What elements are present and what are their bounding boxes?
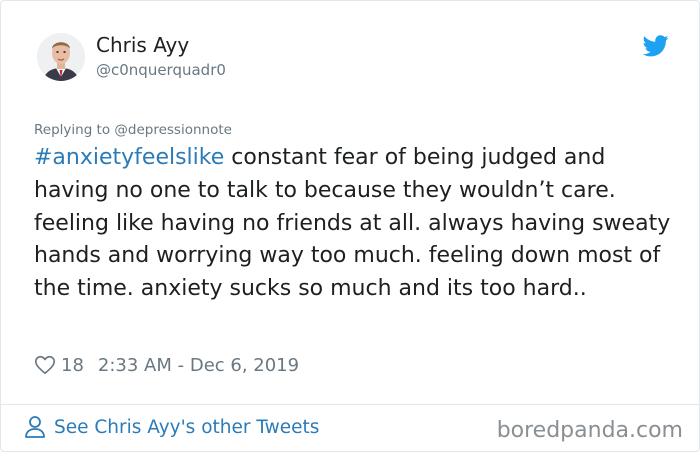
- avatar-image: [37, 33, 85, 81]
- tweet-text: #anxietyfeelslike constant fear of being…: [34, 142, 684, 306]
- replying-to[interactable]: Replying to @depressionnote: [34, 122, 232, 138]
- like-count[interactable]: 18: [61, 355, 84, 376]
- author-handle[interactable]: @c0nquerquadr0: [96, 61, 226, 79]
- tweet-timestamp[interactable]: 2:33 AM - Dec 6, 2019: [98, 355, 299, 376]
- avatar[interactable]: [37, 33, 85, 81]
- twitter-bird-icon[interactable]: [643, 35, 669, 57]
- author-display-name[interactable]: Chris Ayy: [96, 33, 189, 57]
- footer-divider: [1, 404, 699, 405]
- hashtag-link[interactable]: #anxietyfeelslike: [34, 145, 224, 170]
- tweet-card: Chris Ayy @c0nquerquadr0 Replying to @de…: [0, 0, 700, 452]
- heart-icon[interactable]: [34, 354, 56, 376]
- see-more-tweets-link[interactable]: See Chris Ayy's other Tweets: [24, 415, 319, 439]
- tweet-meta: 18 2:33 AM - Dec 6, 2019: [34, 352, 299, 378]
- see-more-label: See Chris Ayy's other Tweets: [54, 416, 320, 438]
- watermark: boredpanda.com: [496, 418, 683, 443]
- person-icon: [25, 416, 45, 438]
